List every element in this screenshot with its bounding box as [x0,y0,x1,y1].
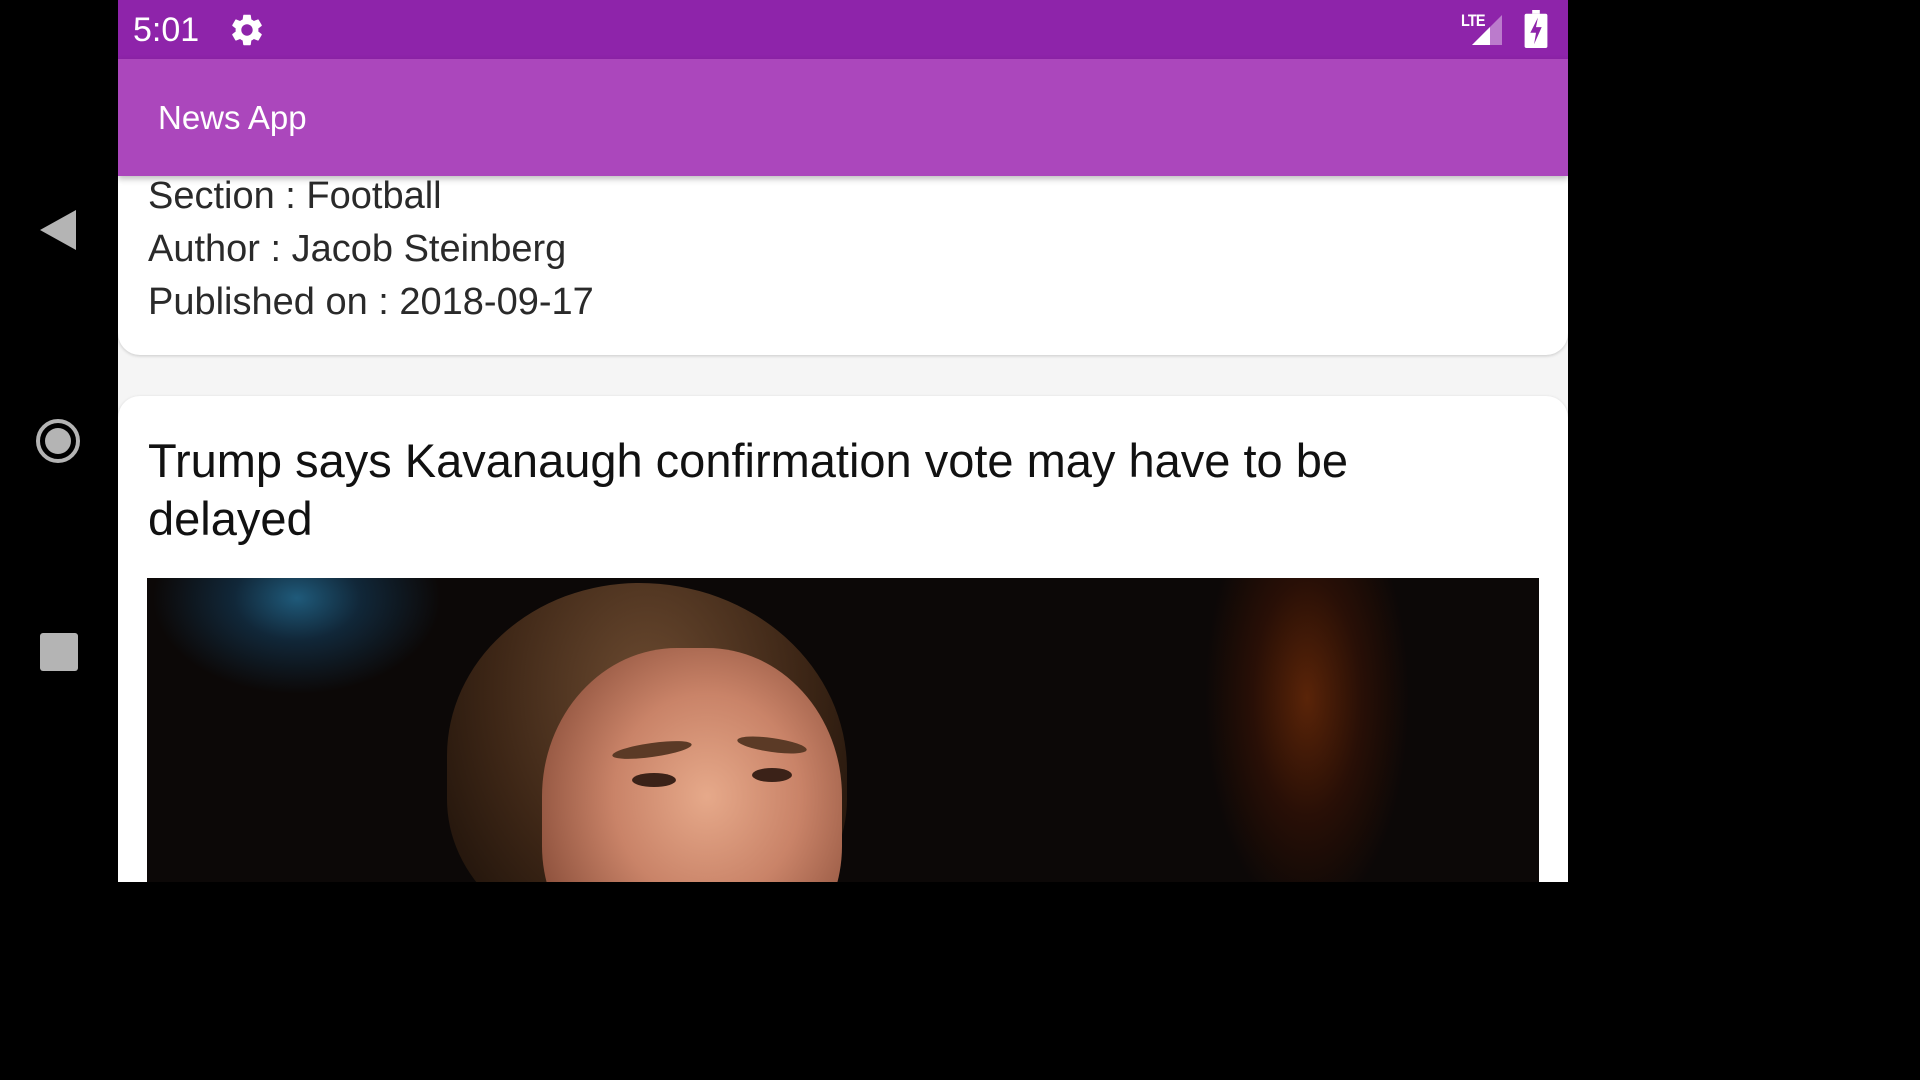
article-title: Trump says Kavanaugh confirmation vote m… [148,434,1348,545]
status-time: 5:01 [133,11,200,49]
signal-icon [1472,15,1502,45]
back-icon[interactable] [40,210,76,250]
app-title: News App [158,99,307,136]
article-section: Section : Football [148,175,442,217]
portrait-eye [752,768,792,782]
article-author: Author : Jacob Steinberg [148,228,567,270]
recents-icon[interactable] [40,633,78,671]
article-date: Published on : 2018-09-17 [148,281,594,323]
home-icon[interactable] [36,419,80,463]
navigation-bar [0,0,118,882]
portrait-eye [632,773,676,787]
app-screen: 5:01 LTE News App Section : Football Aut… [118,0,1568,882]
battery-charging-icon [1524,10,1548,48]
status-bar: 5:01 LTE [118,0,1568,59]
gear-icon [232,14,262,46]
app-bar: News App [118,59,1568,176]
article-thumbnail [147,578,1539,882]
news-card[interactable]: Trump says Kavanaugh confirmation vote m… [118,396,1568,882]
